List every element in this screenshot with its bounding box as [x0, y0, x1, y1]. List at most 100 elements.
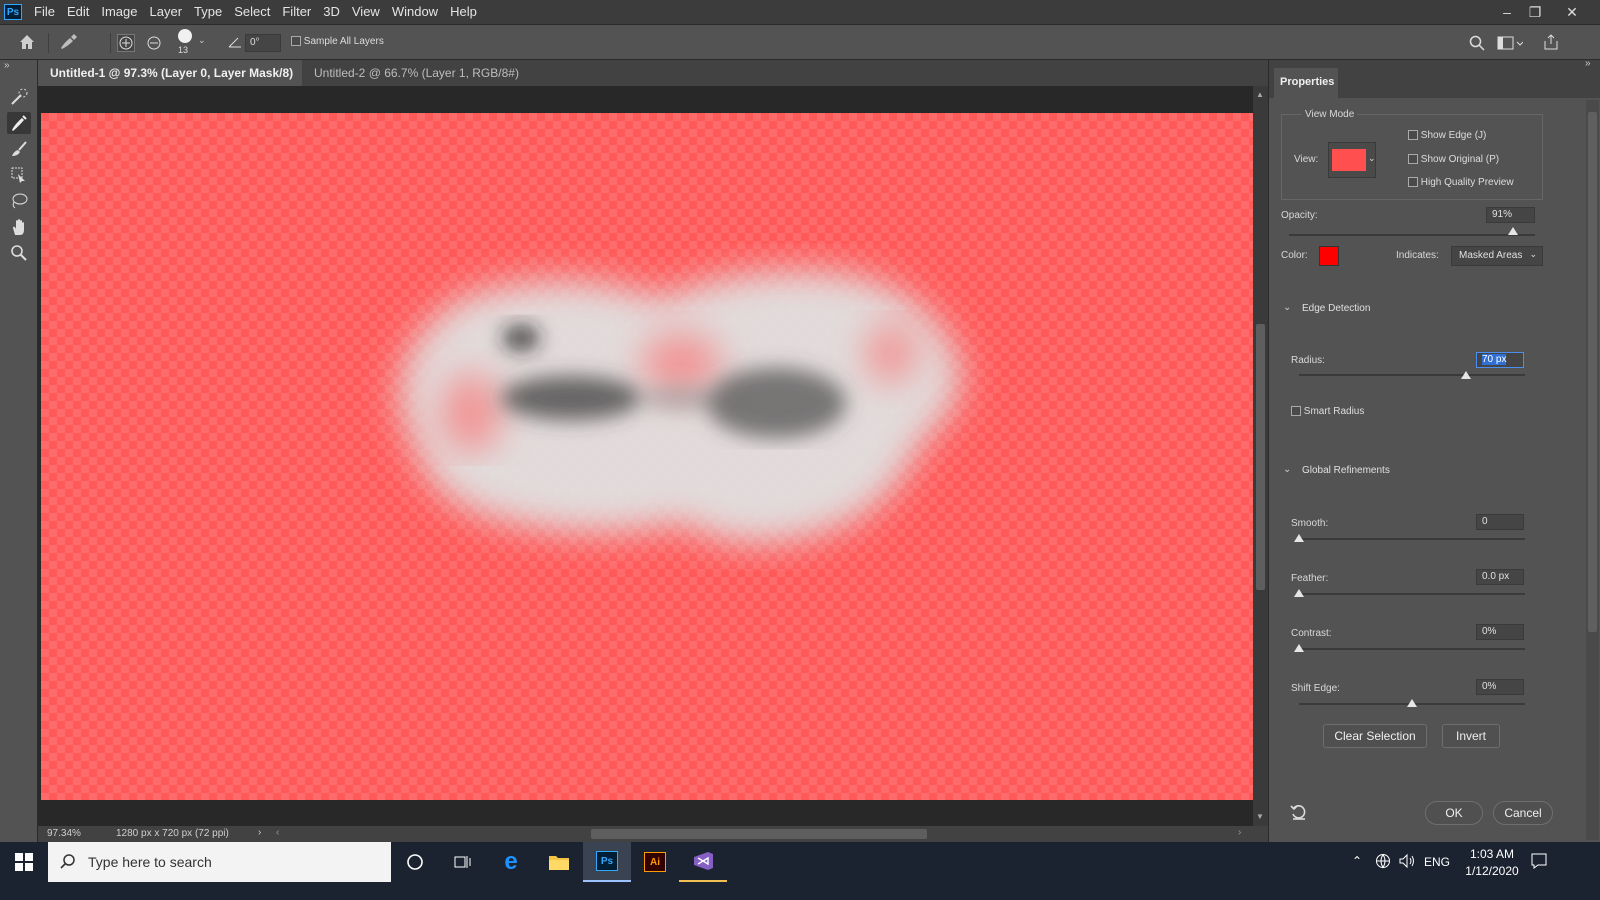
checkbox-icon[interactable] — [1408, 154, 1418, 165]
windows-start-icon[interactable] — [0, 842, 48, 882]
menu-layer[interactable]: Layer — [144, 0, 189, 24]
vertical-scrollbar[interactable]: ▲ ▼ — [1253, 86, 1268, 826]
menu-window[interactable]: Window — [386, 0, 444, 24]
zoom-level[interactable]: 97.34% — [47, 828, 81, 839]
menu-help[interactable]: Help — [444, 0, 483, 24]
opacity-input[interactable]: 91% — [1486, 207, 1535, 223]
file-explorer-icon[interactable] — [535, 842, 583, 882]
network-icon[interactable] — [1375, 853, 1391, 872]
edge-icon[interactable]: e — [487, 842, 535, 882]
horizontal-scroll-thumb[interactable] — [591, 829, 927, 839]
menu-image[interactable]: Image — [95, 0, 143, 24]
chevron-down-icon[interactable]: ⌄ — [1283, 302, 1291, 313]
radius-input[interactable]: 70 px — [1476, 352, 1524, 368]
collapse-toolbar-icon[interactable]: » — [4, 60, 10, 71]
contract-mode-icon[interactable] — [145, 34, 163, 55]
refine-edge-brush-tool-icon[interactable] — [7, 112, 31, 134]
close-icon[interactable]: ✕ — [1555, 0, 1589, 24]
lasso-tool-icon[interactable] — [7, 190, 31, 212]
opacity-slider-thumb[interactable] — [1507, 227, 1518, 235]
document-canvas[interactable] — [41, 113, 1253, 800]
photoshop-icon[interactable]: Ps — [583, 842, 631, 882]
global-refinements-heading[interactable]: Global Refinements — [1302, 465, 1390, 476]
ok-button[interactable]: OK — [1425, 801, 1483, 825]
mask-color-swatch[interactable] — [1319, 246, 1339, 266]
object-selection-tool-icon[interactable] — [7, 164, 31, 186]
hand-tool-icon[interactable] — [7, 216, 31, 238]
reset-icon[interactable] — [1289, 803, 1309, 824]
feather-input[interactable]: 0.0 px — [1476, 569, 1524, 585]
contrast-slider[interactable] — [1299, 648, 1525, 650]
menu-file[interactable]: File — [28, 0, 61, 24]
chevron-down-icon[interactable]: ⌄ — [198, 35, 206, 46]
menu-select[interactable]: Select — [228, 0, 276, 24]
show-original-checkbox[interactable]: Show Original (P) — [1408, 154, 1499, 165]
checkbox-icon[interactable] — [1408, 177, 1418, 188]
scroll-right-icon[interactable]: › — [1238, 827, 1241, 838]
opacity-slider[interactable] — [1289, 234, 1535, 236]
radius-slider-thumb[interactable] — [1461, 371, 1472, 379]
share-icon[interactable] — [1542, 33, 1560, 54]
photoshop-logo-icon[interactable]: Ps — [4, 4, 22, 20]
expand-mode-icon[interactable] — [117, 34, 135, 52]
scroll-left-icon[interactable]: ‹ — [276, 827, 279, 838]
refine-brush-preset-icon[interactable] — [58, 33, 80, 54]
chevron-down-icon[interactable]: ⌄ — [1283, 464, 1291, 475]
tab-properties[interactable]: Properties — [1274, 68, 1338, 98]
brush-tool-icon[interactable] — [7, 138, 31, 160]
scroll-down-icon[interactable]: ▼ — [1256, 812, 1264, 821]
quick-selection-tool-icon[interactable] — [7, 86, 31, 108]
tab-untitled-2[interactable]: Untitled-2 @ 66.7% (Layer 1, RGB/8#) *✕ — [302, 60, 538, 106]
scroll-up-icon[interactable]: ▲ — [1256, 90, 1264, 99]
view-mode-dropdown[interactable]: ⌄ — [1328, 142, 1376, 178]
smooth-slider-thumb[interactable] — [1294, 534, 1304, 542]
sample-all-layers-checkbox[interactable]: Sample All Layers — [291, 36, 384, 47]
menu-view[interactable]: View — [346, 0, 386, 24]
volume-icon[interactable] — [1398, 853, 1416, 872]
restore-icon[interactable]: ❐ — [1518, 0, 1552, 24]
smart-radius-checkbox[interactable]: Smart Radius — [1291, 406, 1364, 417]
smooth-input[interactable]: 0 — [1476, 514, 1524, 530]
clear-selection-button[interactable]: Clear Selection — [1323, 724, 1427, 748]
edge-detection-heading[interactable]: Edge Detection — [1302, 303, 1370, 314]
angle-input[interactable]: 0° — [245, 34, 281, 52]
workspace-icon[interactable] — [1497, 35, 1524, 54]
feather-slider[interactable] — [1299, 593, 1525, 595]
zoom-tool-icon[interactable] — [7, 242, 31, 264]
shift-edge-slider-thumb[interactable] — [1407, 699, 1417, 707]
menu-3d[interactable]: 3D — [317, 0, 346, 24]
invert-button[interactable]: Invert — [1442, 724, 1500, 748]
smooth-slider[interactable] — [1299, 538, 1525, 540]
checkbox-icon[interactable] — [291, 36, 301, 47]
language-indicator[interactable]: ENG — [1424, 855, 1450, 869]
menu-filter[interactable]: Filter — [276, 0, 317, 24]
collapse-panel-icon[interactable]: » — [1585, 58, 1591, 69]
menu-edit[interactable]: Edit — [61, 0, 95, 24]
taskbar-search-box[interactable]: Type here to search — [48, 842, 391, 882]
visual-studio-icon[interactable] — [679, 842, 727, 882]
cancel-button[interactable]: Cancel — [1493, 801, 1553, 825]
show-edge-checkbox[interactable]: Show Edge (J) — [1408, 130, 1486, 141]
panel-scroll-thumb[interactable] — [1588, 112, 1597, 632]
high-quality-preview-checkbox[interactable]: High Quality Preview — [1408, 177, 1514, 188]
canvas-area[interactable] — [38, 86, 1253, 826]
menu-type[interactable]: Type — [188, 0, 228, 24]
indicates-dropdown[interactable]: Masked Areas ⌄ — [1451, 246, 1543, 266]
clock[interactable]: 1:03 AM 1/12/2020 — [1460, 846, 1524, 880]
illustrator-icon[interactable]: Ai — [631, 842, 679, 882]
checkbox-icon[interactable] — [1291, 406, 1301, 417]
vertical-scroll-thumb[interactable] — [1256, 324, 1265, 590]
search-icon[interactable] — [1468, 34, 1486, 55]
cortana-icon[interactable] — [391, 842, 439, 882]
feather-slider-thumb[interactable] — [1294, 589, 1304, 597]
chevron-right-icon[interactable]: › — [258, 827, 261, 838]
home-icon[interactable] — [18, 33, 36, 54]
notifications-icon[interactable] — [1530, 852, 1548, 873]
shift-edge-input[interactable]: 0% — [1476, 679, 1524, 695]
radius-slider[interactable] — [1299, 374, 1525, 376]
contrast-input[interactable]: 0% — [1476, 624, 1524, 640]
task-view-icon[interactable] — [439, 842, 487, 882]
contrast-slider-thumb[interactable] — [1294, 644, 1304, 652]
checkbox-icon[interactable] — [1408, 130, 1418, 141]
chevron-up-icon[interactable]: ⌃ — [1352, 854, 1362, 868]
